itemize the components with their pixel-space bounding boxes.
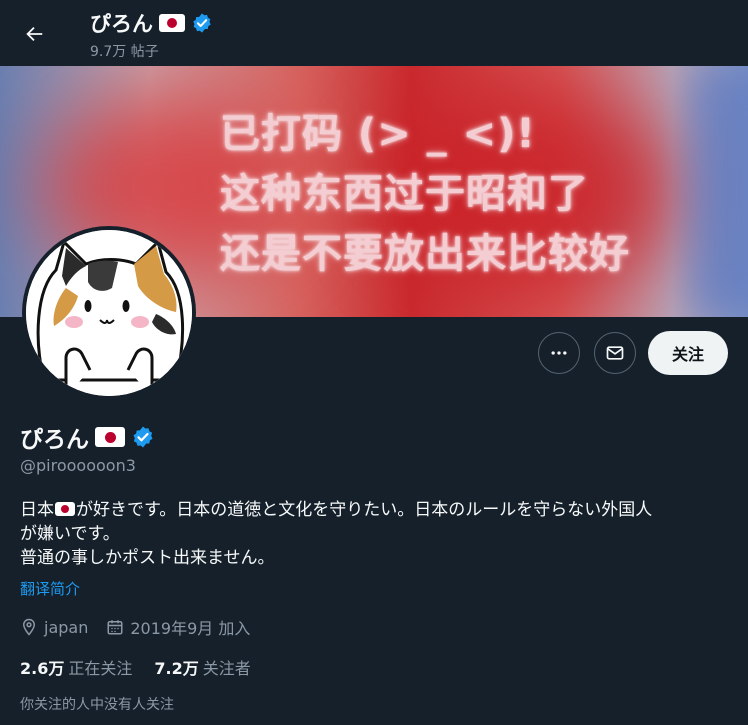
translate-bio-link[interactable]: 翻译简介: [20, 578, 80, 599]
japan-flag-icon: [55, 502, 75, 516]
back-button[interactable]: [16, 16, 52, 52]
banner-line: 这种东西过于昭和了: [220, 171, 589, 217]
joined-date: 2019年9月 加入: [130, 619, 251, 638]
top-bar: ぴろん 9.7万 帖子: [0, 0, 748, 66]
followers-count: 7.2万: [154, 659, 199, 678]
following-count: 2.6万: [20, 659, 65, 678]
bio-text: 普通の事しかポスト出来ません。: [20, 548, 275, 568]
japan-flag-icon: [95, 427, 125, 447]
bio-text: 日本: [20, 500, 54, 520]
japan-flag-icon: [159, 14, 185, 32]
profile-meta: japan 2019年9月 加入: [20, 615, 268, 639]
profile-bio: 日本 が好きです。日本の道徳と文化を守りたい。日本のルールを守らない外国人 が嫌い…: [20, 498, 730, 570]
header-title: ぴろん: [90, 8, 213, 38]
banner-line: 还是不要放出来比较好: [220, 231, 630, 277]
more-horizontal-icon: [551, 351, 567, 355]
profile-display-name: ぴろん: [20, 427, 89, 453]
header-display-name: ぴろん: [90, 12, 153, 36]
followed-by-note: 你关注的人中没有人关注: [20, 697, 174, 713]
message-button[interactable]: [594, 332, 636, 374]
followers-label: 关注者: [202, 659, 251, 678]
verified-badge-icon: [193, 13, 211, 33]
following-link[interactable]: 2.6万 正在关注: [20, 655, 132, 679]
cat-avatar-illustration: [26, 230, 192, 396]
profile-handle: @piroooooon3: [20, 456, 136, 475]
location-pin-icon: [22, 618, 36, 636]
follow-button[interactable]: 关注: [648, 331, 728, 375]
banner-line: 已打码 (> _ <)!: [220, 111, 536, 157]
banner-overlay-text: 已打码 (> _ <)! 这种东西过于昭和了 还是不要放出来比较好: [220, 104, 630, 284]
location-text: japan: [44, 617, 89, 637]
arrow-left-icon: [26, 26, 43, 42]
post-count: 9.7万 帖子: [90, 44, 159, 60]
following-label: 正在关注: [68, 659, 133, 678]
verified-badge-icon[interactable]: [131, 425, 155, 449]
avatar[interactable]: [22, 226, 196, 400]
bio-text: が好きです。日本の道徳と文化を守りたい。日本のルールを守らない外国人: [76, 500, 653, 520]
more-options-button[interactable]: [538, 332, 580, 374]
envelope-icon: [606, 346, 624, 360]
bio-text: が嫌いです。: [20, 524, 120, 544]
calendar-icon: [107, 620, 123, 635]
profile-display-name-row: ぴろん: [20, 420, 155, 454]
followers-link[interactable]: 7.2万 关注者: [154, 655, 250, 679]
follow-stats: 2.6万 正在关注 7.2万 关注者: [20, 655, 251, 679]
